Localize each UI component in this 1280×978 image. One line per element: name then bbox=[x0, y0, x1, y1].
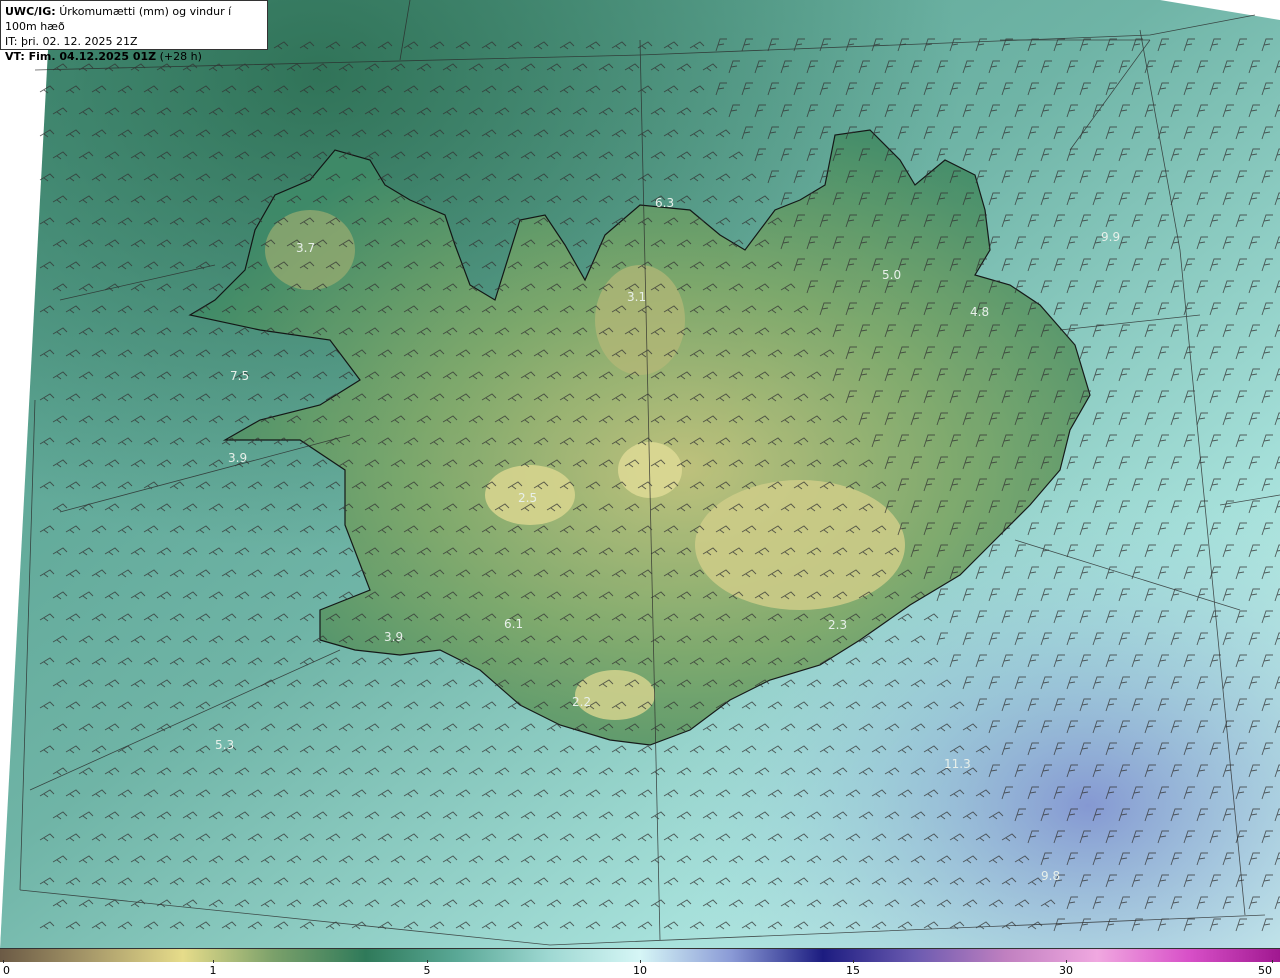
colorbar-tick-label: 5 bbox=[423, 964, 431, 977]
label-southeast: 2.3 bbox=[828, 618, 847, 632]
label-east-sea: 9.9 bbox=[1101, 230, 1120, 244]
label-north: 3.1 bbox=[627, 290, 646, 304]
colorbar-tick-mark bbox=[853, 960, 854, 963]
header-init-time: IT: þri. 02. 12. 2025 21Z bbox=[5, 35, 138, 48]
colorbar: 0 1 5 10 15 30 50 bbox=[0, 948, 1280, 978]
highland-north bbox=[595, 265, 685, 375]
label-central: 2.5 bbox=[518, 491, 537, 505]
map-header: UWC/IG: Úrkomumætti (mm) og vindur í 100… bbox=[0, 0, 268, 63]
label-southeast-sea: 11.3 bbox=[944, 757, 971, 771]
label-reykjanes: 3.9 bbox=[384, 630, 403, 644]
header-product-line: UWC/IG: Úrkomumætti (mm) og vindur í 100… bbox=[5, 4, 263, 34]
label-snaefellsnes: 3.9 bbox=[228, 451, 247, 465]
forecast-map: 3.7 7.5 3.9 3.9 5.3 6.1 3.1 5.0 4.8 9.9 … bbox=[0, 0, 1280, 948]
label-north-coast: 6.3 bbox=[655, 196, 674, 210]
header-valid-line: VT: Fim. 04.12.2025 01Z (+28 h) bbox=[5, 49, 263, 64]
colorbar-tick-mark bbox=[1272, 960, 1273, 963]
glacier-vatnajokull bbox=[695, 480, 905, 610]
colorbar-tick-mark bbox=[427, 960, 428, 963]
label-south: 6.1 bbox=[504, 617, 523, 631]
colorbar-tick-mark bbox=[1066, 960, 1067, 963]
label-westfjords: 3.7 bbox=[296, 241, 315, 255]
colorbar-tick-label: 1 bbox=[209, 964, 217, 977]
colorbar-tick-label: 0 bbox=[3, 964, 10, 977]
label-south-sea: 9.8 bbox=[1041, 869, 1060, 883]
label-northeast: 5.0 bbox=[882, 268, 901, 282]
colorbar-tick-label: 10 bbox=[633, 964, 647, 977]
colorbar-tick-label: 30 bbox=[1059, 964, 1073, 977]
label-west-sea: 7.5 bbox=[230, 369, 249, 383]
colorbar-tick-mark bbox=[640, 960, 641, 963]
label-southwest-sea: 5.3 bbox=[215, 738, 234, 752]
label-east: 4.8 bbox=[970, 305, 989, 319]
label-south-glacier: 2.2 bbox=[572, 695, 591, 709]
header-product-code: UWC/IG: bbox=[5, 5, 56, 18]
colorbar-tick-mark bbox=[3, 960, 4, 963]
colorbar-tick-label: 15 bbox=[846, 964, 860, 977]
colorbar-tick-mark bbox=[213, 960, 214, 963]
header-lead-time: (+28 h) bbox=[159, 50, 202, 63]
header-valid-time: VT: Fim. 04.12.2025 01Z bbox=[5, 50, 157, 63]
colorbar-tick-label: 50 bbox=[1258, 964, 1272, 977]
